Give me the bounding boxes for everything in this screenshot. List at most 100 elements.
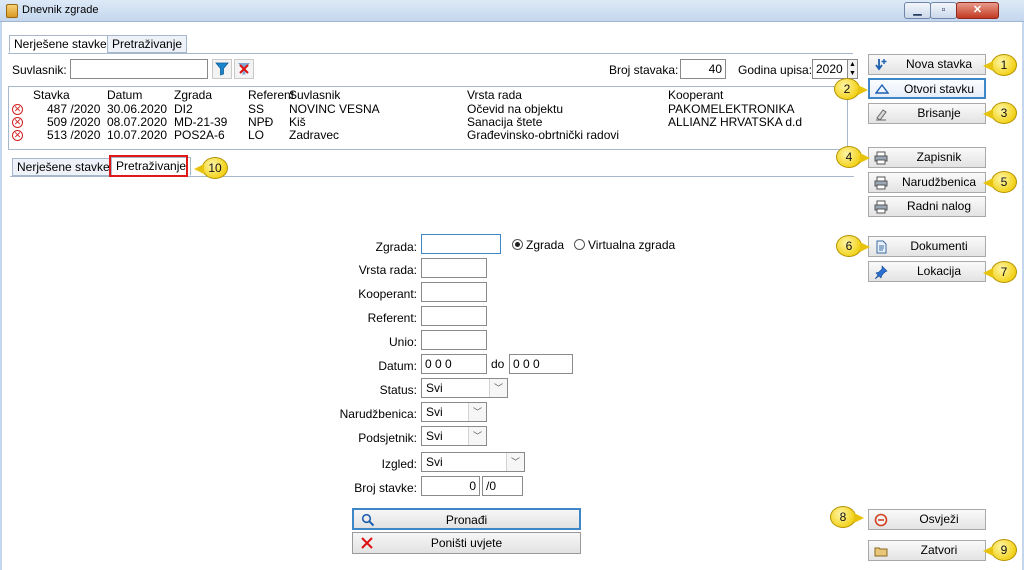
vrsta-rada-input[interactable] xyxy=(421,258,487,278)
virtualna-zgrada-radio[interactable] xyxy=(574,239,585,250)
referent-input[interactable] xyxy=(421,306,487,326)
datum-label: Datum: xyxy=(378,359,417,373)
title-bar xyxy=(0,0,1024,22)
cell-zgrada: POS2A-6 xyxy=(174,128,225,142)
lokacija-button[interactable]: Lokacija xyxy=(868,261,986,282)
callout-8: 8 xyxy=(830,506,864,528)
tab-pretrazivanje[interactable]: Pretraživanje xyxy=(107,35,188,53)
narudzbenica-button[interactable]: Narudžbenica xyxy=(868,172,986,193)
eject-icon xyxy=(875,83,889,94)
minimize-button[interactable]: ▁ xyxy=(904,2,931,19)
refresh-icon xyxy=(874,513,888,527)
zapisnik-button[interactable]: Zapisnik xyxy=(868,147,986,168)
error-icon: ✕ xyxy=(12,130,23,141)
cell-datum: 10.07.2020 xyxy=(107,128,168,142)
col-kooperant[interactable]: Kooperant xyxy=(668,89,723,102)
cell-vrsta-rada: Građevinsko-obrtnički radovi xyxy=(467,128,620,142)
godina-upisa-spinner[interactable]: ▲ ▼ xyxy=(847,59,858,79)
broj-stavke-input[interactable] xyxy=(421,476,480,496)
lokacija-label: Lokacija xyxy=(916,264,962,278)
col-stavka[interactable]: Stavka xyxy=(33,89,70,102)
document-icon xyxy=(876,240,887,254)
filter-icon xyxy=(215,62,229,76)
otvori-stavku-button[interactable]: Otvori stavku xyxy=(868,78,986,99)
zgrada-radio[interactable] xyxy=(512,239,523,250)
window-title: Dnevnik zgrade xyxy=(22,4,99,16)
podsjetnik-select[interactable]: Svi ﹀ xyxy=(421,426,487,446)
callout-6: 6 xyxy=(836,235,870,257)
dokumenti-button[interactable]: Dokumenti xyxy=(868,236,986,257)
virtualna-zgrada-radio-label[interactable]: Virtualna zgrada xyxy=(588,238,675,252)
datum-to-input[interactable] xyxy=(509,354,573,374)
col-suvlasnik[interactable]: Suvlasnik xyxy=(289,89,340,102)
col-referent[interactable]: Referent xyxy=(248,89,294,102)
suvlasnik-label: Suvlasnik: xyxy=(12,63,67,77)
close-button[interactable]: ✕ xyxy=(956,2,999,19)
error-icon: ✕ xyxy=(12,117,23,128)
cell-suvlasnik: Zadravec xyxy=(289,128,340,142)
stavke-table[interactable]: Stavka Datum Zgrada Referent Suvlasnik V… xyxy=(8,86,848,150)
col-zgrada[interactable]: Zgrada xyxy=(174,89,212,102)
zgrada-radio-label[interactable]: Zgrada xyxy=(526,238,564,252)
callout-9: 9 xyxy=(983,539,1017,561)
broj-stavke-label: Broj stavke: xyxy=(354,481,417,495)
table-row[interactable]: ✕ 513 /2020 10.07.2020 POS2A-6 LO Zadrav… xyxy=(9,128,847,142)
callout-1: 1 xyxy=(983,54,1017,76)
godina-upisa-input[interactable] xyxy=(812,59,848,79)
cell-stavka: 513 /2020 xyxy=(47,128,101,142)
radni-nalog-button[interactable]: Radni nalog xyxy=(868,196,986,217)
osvjezi-button[interactable]: Osvježi xyxy=(868,509,986,530)
status-value: Svi xyxy=(426,381,443,395)
izgled-label: Izgled: xyxy=(381,457,417,471)
izgled-select[interactable]: Svi ﹀ xyxy=(421,452,525,472)
app-icon xyxy=(6,4,18,18)
zapisnik-label: Zapisnik xyxy=(916,150,962,164)
narudzbenica-select[interactable]: Svi ﹀ xyxy=(421,402,487,422)
callout-10: 10 xyxy=(194,157,228,179)
pin-icon xyxy=(874,265,888,279)
col-datum[interactable]: Datum xyxy=(107,89,142,102)
pronadi-button[interactable]: Pronađi xyxy=(352,508,581,530)
kooperant-input[interactable] xyxy=(421,282,487,302)
inner-tab-nerjesene-stavke[interactable]: Nerješene stavke xyxy=(12,158,115,176)
narudzbenica-label: Narudžbenica: xyxy=(339,407,417,421)
cell-referent: LO xyxy=(248,128,265,142)
highlight-box xyxy=(109,155,188,177)
unio-label: Unio: xyxy=(388,335,417,349)
brisanje-button[interactable]: Brisanje xyxy=(868,103,986,124)
podsjetnik-value: Svi xyxy=(426,429,443,443)
zatvori-label: Zatvori xyxy=(920,543,958,557)
broj-stavke-year-input[interactable] xyxy=(482,476,523,496)
error-icon: ✕ xyxy=(12,104,23,115)
broj-stavaka-label: Broj stavaka: xyxy=(609,63,679,77)
podsjetnik-label: Podsjetnik: xyxy=(358,431,417,445)
printer-icon xyxy=(874,176,888,190)
printer-icon xyxy=(874,200,888,214)
zgrada-input[interactable] xyxy=(421,234,501,254)
narudzbenica-button-label: Narudžbenica xyxy=(901,175,977,189)
table-header: Stavka Datum Zgrada Referent Suvlasnik V… xyxy=(9,89,847,102)
referent-label: Referent: xyxy=(367,311,417,325)
broj-stavaka-input[interactable] xyxy=(680,59,726,79)
chevron-down-icon: ﹀ xyxy=(468,427,486,445)
maximize-button[interactable]: ▫ xyxy=(930,2,957,19)
zatvori-button[interactable]: Zatvori xyxy=(868,540,986,561)
filter-button[interactable] xyxy=(212,59,232,79)
nova-stavka-button[interactable]: Nova stavka xyxy=(868,54,986,75)
cell-kooperant: ALLIANZ HRVATSKA d.d xyxy=(668,115,803,129)
tab-nerjesene-stavke[interactable]: Nerješene stavke xyxy=(9,35,112,53)
tab-divider xyxy=(8,53,853,54)
callout-5: 5 xyxy=(983,171,1017,193)
ponisti-uvjete-button[interactable]: Poništi uvjete xyxy=(352,532,581,554)
col-vrsta-rada[interactable]: Vrsta rada xyxy=(467,89,522,102)
radni-nalog-label: Radni nalog xyxy=(906,199,972,213)
izgled-value: Svi xyxy=(426,455,443,469)
datum-from-input[interactable] xyxy=(421,354,487,374)
suvlasnik-input[interactable] xyxy=(70,59,208,79)
datum-do-label: do xyxy=(491,357,505,371)
chevron-down-icon: ﹀ xyxy=(489,379,507,397)
status-select[interactable]: Svi ﹀ xyxy=(421,378,508,398)
clear-filter-button[interactable] xyxy=(234,59,254,79)
unio-input[interactable] xyxy=(421,330,487,350)
godina-upisa-label: Godina upisa: xyxy=(738,63,813,77)
